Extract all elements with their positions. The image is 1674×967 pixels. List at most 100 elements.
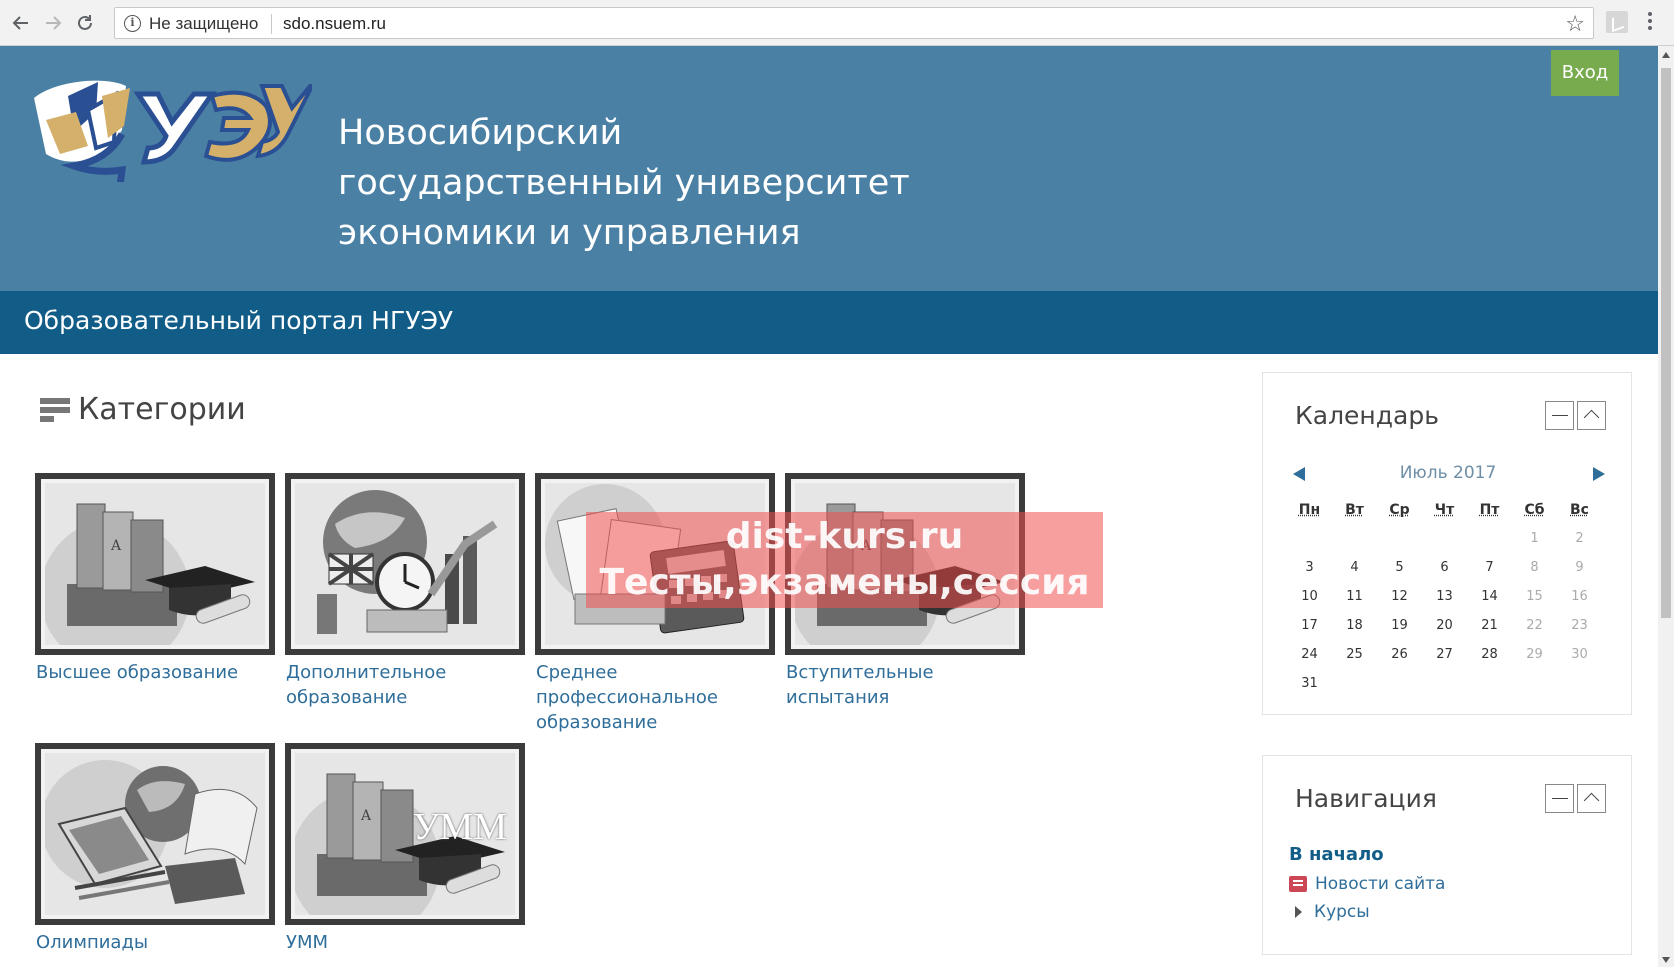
category-label-entrance-exams[interactable]: Вступительные испытания <box>786 660 1026 710</box>
calendar-dock-button[interactable] <box>1577 401 1606 430</box>
weekday-tue: Вт <box>1345 501 1364 518</box>
address-separator <box>271 14 272 34</box>
scroll-thumb[interactable] <box>1661 68 1671 618</box>
categories-title: Категории <box>78 392 246 427</box>
nav-item-courses[interactable]: Курсы <box>1289 902 1370 922</box>
extension-icon[interactable] <box>1606 11 1628 33</box>
calendar-collapse-button[interactable] <box>1545 401 1574 430</box>
calendar-day[interactable]: 22 <box>1512 618 1557 633</box>
calendar-week-row: 3456789 <box>1287 553 1603 582</box>
calendar-next-month-icon[interactable] <box>1593 467 1605 481</box>
nav-courses-label[interactable]: Курсы <box>1314 902 1370 922</box>
calendar-day[interactable]: 8 <box>1512 560 1557 575</box>
reload-icon[interactable] <box>70 8 100 38</box>
calendar-day[interactable]: 4 <box>1332 560 1377 575</box>
navigation-block: Навигация В начало Новости сайта Курсы <box>1262 755 1632 955</box>
calendar-day[interactable]: 29 <box>1512 647 1557 662</box>
category-label-additional-education[interactable]: Дополнительное образование <box>286 660 526 710</box>
category-label-umm[interactable]: УММ <box>286 930 526 955</box>
svg-text:A: A <box>360 808 372 824</box>
navigation-dock-button[interactable] <box>1577 784 1606 813</box>
category-label-higher-education[interactable]: Высшее образование <box>36 660 276 685</box>
svg-text:A: A <box>110 538 122 554</box>
calendar-day[interactable]: 17 <box>1287 618 1332 633</box>
weekday-mon: Пн <box>1298 501 1321 518</box>
calendar-day[interactable]: 11 <box>1332 589 1377 604</box>
calendar-day[interactable]: 1 <box>1512 531 1557 546</box>
star-icon[interactable]: ☆ <box>1565 11 1585 37</box>
page-scrollbar[interactable] <box>1658 46 1674 967</box>
calendar-day[interactable]: 13 <box>1422 589 1467 604</box>
globe-laptop-books-image <box>45 760 258 904</box>
categories-heading: Категории <box>40 392 246 427</box>
folders-graduation-cap-image: A <box>45 503 255 645</box>
calendar-month[interactable]: Июль 2017 <box>1263 463 1633 483</box>
calendar-week-row: 10 11 12 13 14 15 16 <box>1287 582 1603 611</box>
calendar-grid: Пн Вт Ср Чт Пт Сб Вс 1 2 3 4 5 6 7 8 9 10 11 12 13 14… <box>1287 495 1603 698</box>
weekday-sun: Вс <box>1570 501 1589 518</box>
site-title: Новосибирский государственный университе… <box>338 113 910 253</box>
nav-news-label[interactable]: Новости сайта <box>1315 874 1445 894</box>
calendar-day[interactable]: 28 <box>1467 647 1512 662</box>
expand-triangle-icon[interactable] <box>1295 906 1302 918</box>
weekday-wed: Ср <box>1389 501 1410 518</box>
calendar-day[interactable]: 16 <box>1557 589 1602 604</box>
back-arrow-icon[interactable] <box>6 8 36 38</box>
calendar-day[interactable]: 19 <box>1377 618 1422 633</box>
category-tile-additional-education[interactable] <box>285 473 525 655</box>
news-forum-icon <box>1289 876 1307 892</box>
categories-icon <box>40 396 70 424</box>
calendar-day[interactable]: 30 <box>1557 647 1602 662</box>
calendar-day[interactable]: 20 <box>1422 618 1467 633</box>
weekday-sat: Сб <box>1524 501 1545 518</box>
category-tile-olympiads[interactable] <box>35 743 275 925</box>
navigation-collapse-button[interactable] <box>1545 784 1574 813</box>
umm-overlay-text: УММ <box>412 806 507 848</box>
portal-bar: Образовательный портал НГУЭУ <box>0 291 1658 354</box>
browser-toolbar: i Не защищено sdo.nsuem.ru ☆ <box>0 0 1674 46</box>
weekday-thu: Чт <box>1434 501 1455 518</box>
calendar-weeks: 1 2 3 4 5 6 7 8 9 10 11 12 13 14 15 16 17 18 19 20 21 22 23 24 2… <box>1287 524 1603 698</box>
calendar-day[interactable]: 6 <box>1422 560 1467 575</box>
forward-arrow-icon[interactable] <box>38 8 68 38</box>
category-label-secondary-vocational[interactable]: Среднее профессиональное образование <box>536 660 776 735</box>
calendar-day[interactable]: 14 <box>1467 589 1512 604</box>
calendar-day[interactable]: 15 <box>1512 589 1557 604</box>
scroll-up-arrow-icon[interactable] <box>1662 52 1670 58</box>
calendar-day[interactable]: 5 <box>1377 560 1422 575</box>
category-tile-higher-education[interactable]: A <box>35 473 275 655</box>
category-label-olympiads[interactable]: Олимпиады <box>36 930 276 955</box>
calendar-day[interactable]: 18 <box>1332 618 1377 633</box>
calendar-week-row: 24 25 26 27 28 29 30 <box>1287 640 1603 669</box>
calendar-day[interactable]: 3 <box>1287 560 1332 575</box>
calendar-day[interactable]: 10 <box>1287 589 1332 604</box>
calendar-day[interactable]: 12 <box>1377 589 1422 604</box>
nav-item-news[interactable]: Новости сайта <box>1289 874 1445 894</box>
login-button[interactable]: Вход <box>1551 50 1619 96</box>
calendar-day[interactable]: 23 <box>1557 618 1602 633</box>
calendar-block: Календарь Июль 2017 Пн Вт Ср Чт Пт Сб Вс… <box>1262 372 1632 715</box>
calendar-day[interactable]: 7 <box>1467 560 1512 575</box>
calendar-title: Календарь <box>1295 401 1439 430</box>
calendar-day[interactable]: 26 <box>1377 647 1422 662</box>
calendar-day[interactable]: 24 <box>1287 647 1332 662</box>
address-bar[interactable]: i Не защищено sdo.nsuem.ru ☆ <box>114 7 1594 39</box>
university-logo[interactable] <box>26 76 312 182</box>
scroll-down-arrow-icon[interactable] <box>1662 957 1670 963</box>
calendar-day[interactable]: 31 <box>1287 676 1332 691</box>
site-header: Новосибирский государственный университе… <box>0 46 1658 291</box>
portal-title[interactable]: Образовательный портал НГУЭУ <box>24 306 453 335</box>
calendar-day[interactable]: 21 <box>1467 618 1512 633</box>
globe-clock-money-image <box>317 490 498 634</box>
calendar-day[interactable]: 9 <box>1557 560 1602 575</box>
category-tile-umm[interactable]: A УММ <box>285 743 525 925</box>
calendar-day[interactable]: 27 <box>1422 647 1467 662</box>
nav-home-link[interactable]: В начало <box>1289 844 1384 865</box>
calendar-day[interactable]: 2 <box>1557 531 1602 546</box>
calendar-week-row: 12 <box>1287 524 1603 553</box>
url-text[interactable]: sdo.nsuem.ru <box>283 14 386 34</box>
insecure-label[interactable]: Не защищено <box>149 14 258 34</box>
menu-dots-icon[interactable] <box>1648 12 1654 33</box>
info-icon[interactable]: i <box>124 15 141 32</box>
calendar-day[interactable]: 25 <box>1332 647 1377 662</box>
